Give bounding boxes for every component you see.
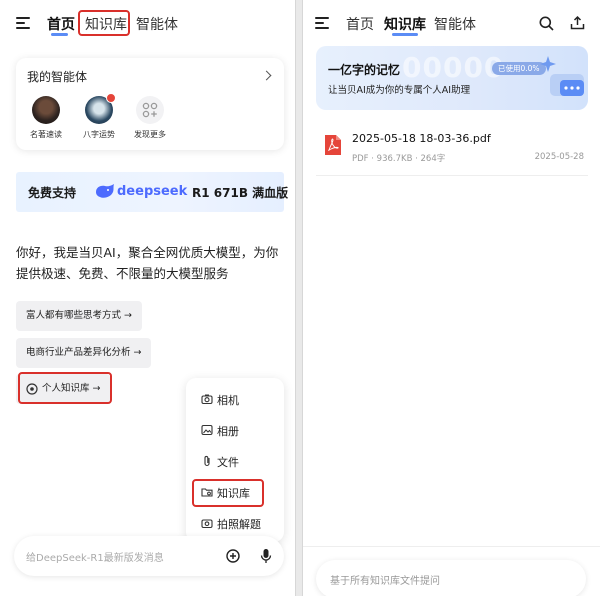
file-row[interactable]: 2025-05-18 18-03-36.pdf PDF · 936.7KB · … — [316, 124, 588, 176]
promo-title: 一亿字的记忆 — [328, 63, 401, 77]
agent-label: 八字运势 — [83, 130, 115, 139]
menu-item-photo-solve[interactable]: 拍照解题 — [186, 509, 284, 537]
promo-subtitle: 让当贝AI成为你的专属个人AI助理 — [328, 85, 471, 96]
left-screen: 首页 知识库 智能体 我的智能体 名著速读 八字运势 发现更多 免费支持 dee… — [0, 0, 296, 596]
deepseek-banner[interactable]: 免费支持 deepseek R1 671B 满血版 — [16, 172, 288, 212]
highlight-box — [18, 372, 112, 404]
menu-label: 相机 — [217, 394, 239, 407]
grid-plus-icon — [136, 96, 164, 124]
avatar-icon — [32, 96, 60, 124]
menu-label: 相册 — [217, 425, 239, 438]
question-placeholder: 基于所有知识库文件提问 — [330, 576, 440, 587]
highlight-box — [78, 10, 130, 36]
memory-promo-card[interactable]: 00000 一亿字的记忆 让当贝AI成为你的专属个人AI助理 已使用0.0% — [316, 46, 588, 110]
knowledge-question-input[interactable]: 基于所有知识库文件提问 — [316, 560, 586, 596]
divider — [303, 546, 600, 547]
agent-item[interactable]: 名著速读 — [21, 96, 71, 140]
message-input[interactable]: 给DeepSeek-R1最新版发消息 — [14, 536, 284, 576]
avatar-icon — [85, 93, 116, 124]
highlight-box — [192, 479, 264, 507]
suggestion-chip[interactable]: 电商行业产品差异化分析 → — [16, 338, 152, 368]
right-screen: 首页 知识库 智能体 00000 一亿字的记忆 让当贝AI成为你的专属个人AI助… — [302, 0, 600, 596]
file-name: 2025-05-18 18-03-36.pdf — [352, 132, 491, 145]
tab-home[interactable]: 首页 — [346, 14, 374, 34]
agent-item[interactable]: 发现更多 — [125, 96, 175, 140]
upload-icon[interactable] — [570, 15, 585, 30]
menu-item-camera[interactable]: 相机 — [186, 385, 284, 413]
scan-camera-icon — [201, 519, 213, 529]
menu-label: 文件 — [217, 456, 239, 469]
banner-prefix: 免费支持 — [28, 186, 77, 200]
active-tab-underline — [392, 33, 418, 36]
menu-icon[interactable] — [16, 17, 30, 29]
tab-agents[interactable]: 智能体 — [434, 14, 476, 34]
menu-icon[interactable] — [315, 17, 329, 29]
chevron-right-icon[interactable] — [261, 70, 272, 81]
menu-label: 拍照解题 — [217, 518, 261, 531]
hot-badge-icon — [106, 93, 116, 103]
camera-icon — [201, 394, 213, 405]
pdf-file-icon — [325, 135, 341, 155]
whale-logo-icon — [96, 184, 114, 198]
agent-label: 发现更多 — [134, 130, 166, 139]
intro-text: 你好，我是当贝AI，聚合全网优质大模型，为你提供极速、免费、不限量的大模型服务 — [16, 245, 279, 281]
banner-suffix: R1 671B 满血版 — [192, 186, 289, 200]
banner-brand: deepseek — [117, 184, 188, 199]
tab-agents[interactable]: 智能体 — [136, 14, 178, 34]
attach-menu: 相机 相册 文件 知识库 拍照解题 — [186, 378, 284, 542]
paperclip-icon — [204, 455, 210, 467]
image-icon — [201, 424, 213, 436]
top-bar: 首页 知识库 智能体 — [303, 0, 600, 48]
file-meta: PDF · 936.7KB · 264字 — [352, 154, 446, 164]
message-placeholder: 给DeepSeek-R1最新版发消息 — [26, 553, 164, 564]
microphone-icon[interactable] — [260, 548, 272, 564]
chat-bubble-illustration-icon — [540, 56, 584, 96]
tab-home[interactable]: 首页 — [47, 14, 75, 34]
promo-bg-digits: 00000 — [402, 51, 505, 84]
top-bar: 首页 知识库 智能体 — [0, 0, 295, 48]
my-agents-card[interactable]: 我的智能体 名著速读 八字运势 发现更多 — [16, 58, 284, 150]
file-date: 2025-05-28 — [534, 152, 584, 162]
menu-item-album[interactable]: 相册 — [186, 416, 284, 444]
suggestion-chip[interactable]: 富人都有哪些思考方式 → — [16, 301, 142, 331]
menu-item-file[interactable]: 文件 — [186, 447, 284, 475]
add-circle-icon[interactable] — [226, 549, 240, 563]
agent-item[interactable]: 八字运势 — [74, 93, 124, 140]
my-agents-title: 我的智能体 — [27, 70, 88, 84]
search-icon[interactable] — [539, 16, 554, 31]
active-tab-underline — [51, 33, 68, 36]
tab-knowledge[interactable]: 知识库 — [384, 14, 426, 34]
agent-label: 名著速读 — [30, 130, 62, 139]
